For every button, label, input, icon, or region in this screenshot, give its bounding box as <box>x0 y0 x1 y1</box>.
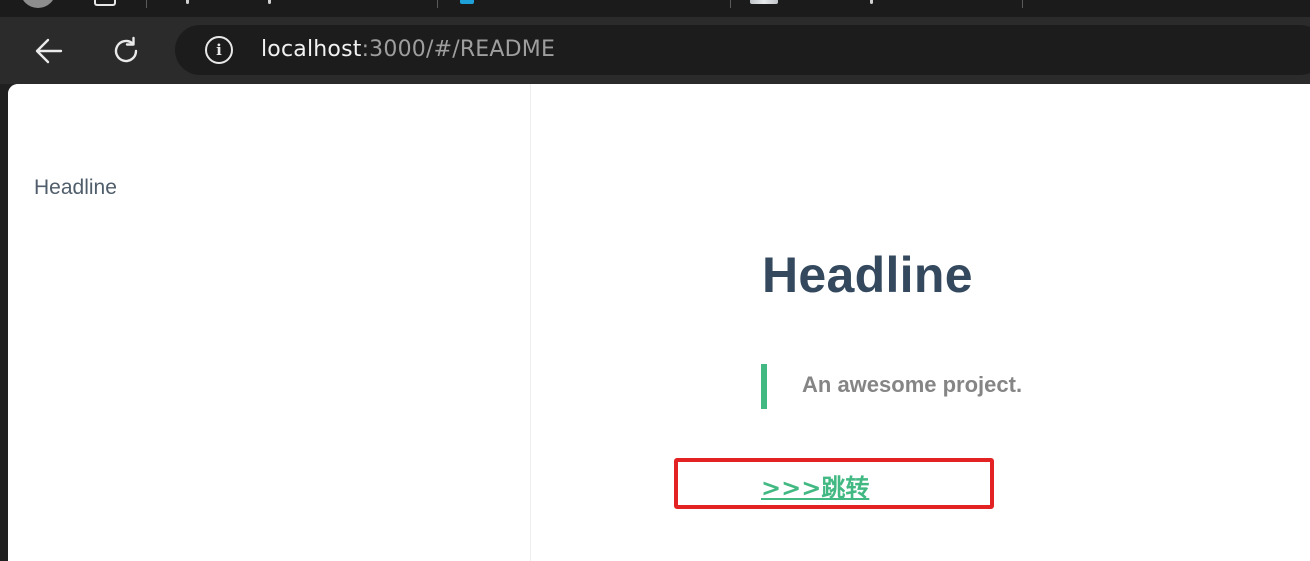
tab-favicon[interactable] <box>460 0 474 4</box>
back-button[interactable] <box>31 33 67 69</box>
url-path: :3000/#/README <box>361 37 556 62</box>
tab-divider <box>1022 0 1023 8</box>
url-host: localhost <box>261 37 362 62</box>
blockquote: An awesome project. <box>761 364 1161 409</box>
page-title: Headline <box>762 247 973 303</box>
tab-icon[interactable] <box>268 0 271 4</box>
tab-divider <box>437 0 438 8</box>
reload-button[interactable] <box>108 33 144 69</box>
site-info-icon[interactable]: i <box>205 36 233 64</box>
browser-toolbar: i localhost:3000/#/README <box>0 17 1310 84</box>
profile-avatar[interactable] <box>20 0 56 8</box>
tab-divider <box>730 0 731 8</box>
url-text[interactable]: localhost:3000/#/README <box>261 36 555 64</box>
sidebar: Headline <box>8 84 531 561</box>
tab-favicon[interactable] <box>750 0 778 4</box>
back-arrow-icon <box>35 38 63 64</box>
reload-icon <box>114 36 138 63</box>
address-bar[interactable]: i localhost:3000/#/README <box>175 25 1310 75</box>
page-viewport: Headline Headline An awesome project. >>… <box>8 84 1310 561</box>
main-content: Headline An awesome project. >>>跳转 <box>532 84 1310 561</box>
tab-strip <box>0 0 1310 17</box>
sidebar-item-headline[interactable]: Headline <box>34 176 117 200</box>
jump-link[interactable]: >>>跳转 <box>761 468 869 503</box>
tab-actions-icon[interactable] <box>94 0 116 6</box>
tab-divider <box>146 0 147 8</box>
tab-icon[interactable] <box>870 0 873 4</box>
blockquote-text: An awesome project. <box>802 372 1023 397</box>
tab-icon[interactable] <box>186 0 189 4</box>
